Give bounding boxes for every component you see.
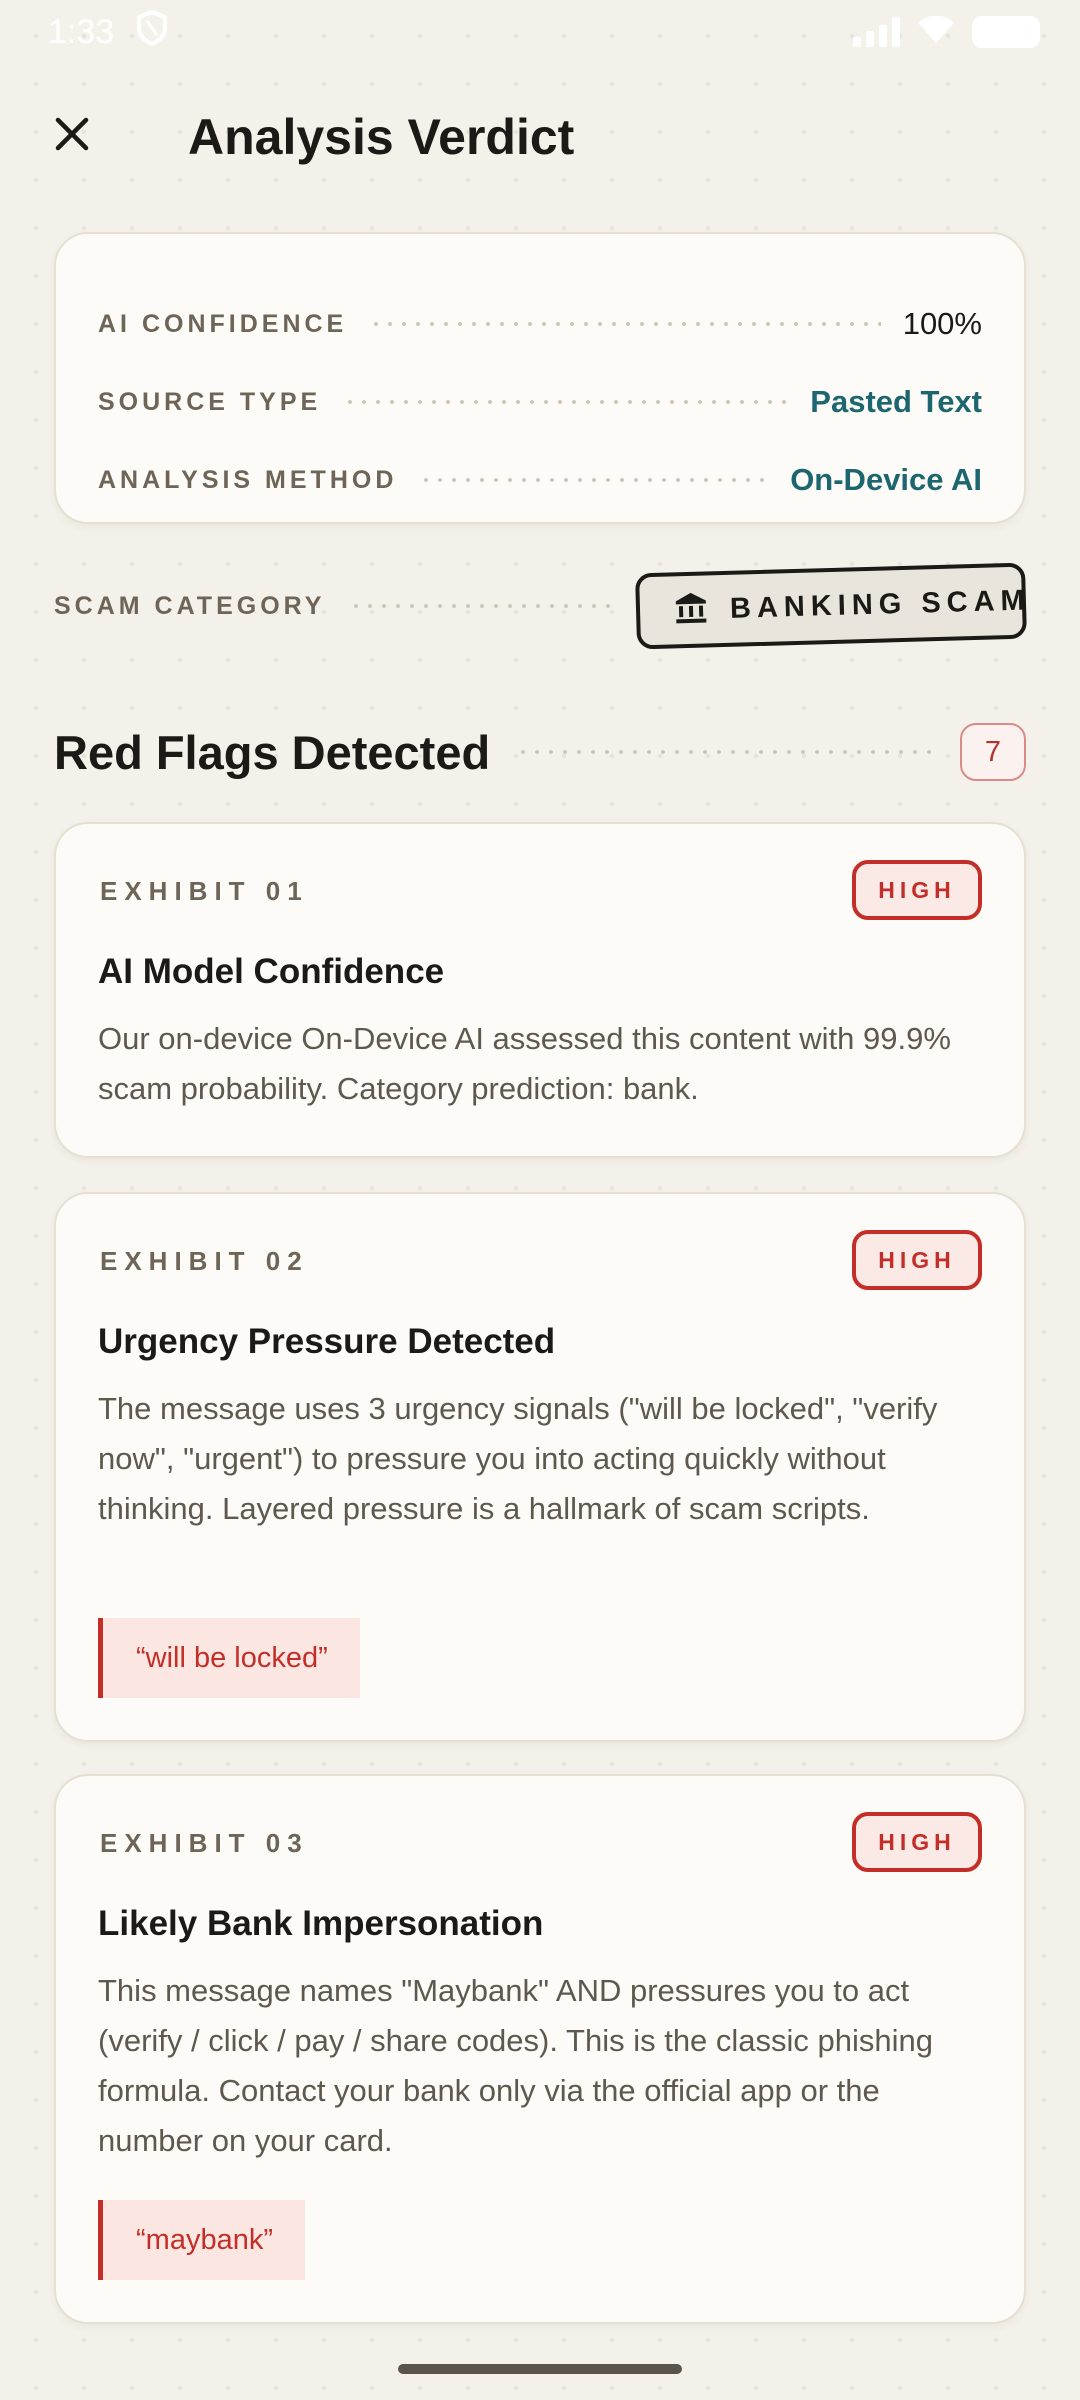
header: Analysis Verdict xyxy=(0,100,1080,176)
exhibit-title: Likely Bank Impersonation xyxy=(98,1904,544,1943)
dotted-leader xyxy=(369,322,881,326)
meta-row-confidence: AI CONFIDENCE 100% xyxy=(98,304,982,344)
home-indicator[interactable] xyxy=(398,2364,682,2374)
wifi-icon xyxy=(916,15,956,50)
severity-badge: HIGH xyxy=(852,1812,982,1872)
dotted-leader xyxy=(349,604,612,608)
scam-category-label: SCAM CATEGORY xyxy=(54,591,326,620)
evidence-quote: “maybank” xyxy=(98,2200,305,2280)
severity-badge: HIGH xyxy=(852,860,982,920)
meta-value: Pasted Text xyxy=(810,384,982,419)
red-flags-title: Red Flags Detected xyxy=(54,725,491,779)
dotted-leader xyxy=(516,750,934,754)
meta-label: AI CONFIDENCE xyxy=(98,309,348,338)
exhibit-description: This message names "Maybank" AND pressur… xyxy=(98,1973,934,2158)
meta-label: ANALYSIS METHOD xyxy=(98,465,398,494)
status-bar: 1:33 xyxy=(0,0,1080,64)
analysis-meta-card: AI CONFIDENCE 100% SOURCE TYPE Pasted Te… xyxy=(54,232,1026,524)
meta-value: 100% xyxy=(902,306,982,341)
status-time: 1:33 xyxy=(48,12,115,51)
scam-category-value: BANKING SCAM xyxy=(729,583,1032,625)
page-title: Analysis Verdict xyxy=(188,109,575,165)
dotted-leader xyxy=(343,400,789,404)
meta-value: On-Device AI xyxy=(790,462,982,497)
red-flags-heading: Red Flags Detected 7 xyxy=(54,720,1026,784)
exhibit-label: EXHIBIT 02 xyxy=(100,1246,309,1276)
exhibit-card: EXHIBIT 02 HIGH Urgency Pressure Detecte… xyxy=(54,1192,1026,1742)
scam-category-row: SCAM CATEGORY BANKING SCAM xyxy=(54,562,1031,650)
close-icon xyxy=(52,114,92,159)
meta-row-analysis-method: ANALYSIS METHOD On-Device AI xyxy=(98,460,982,500)
exhibit-card: EXHIBIT 01 HIGH AI Model Confidence Our … xyxy=(54,822,1026,1158)
scam-category-stamp: BANKING SCAM xyxy=(635,562,1031,650)
shield-icon xyxy=(136,9,168,55)
exhibit-title: Urgency Pressure Detected xyxy=(98,1322,556,1361)
dotted-leader xyxy=(419,478,769,482)
meta-row-source-type: SOURCE TYPE Pasted Text xyxy=(98,382,982,422)
exhibit-description: Our on-device On-Device AI assessed this… xyxy=(98,1021,951,1106)
exhibit-label: EXHIBIT 01 xyxy=(100,876,309,906)
bank-icon xyxy=(674,590,709,630)
signal-icon xyxy=(853,17,900,47)
exhibit-label: EXHIBIT 03 xyxy=(100,1828,309,1858)
exhibit-title: AI Model Confidence xyxy=(98,952,445,991)
battery-icon xyxy=(972,16,1040,48)
red-flags-count-badge: 7 xyxy=(960,723,1026,781)
meta-label: SOURCE TYPE xyxy=(98,387,322,416)
close-button[interactable] xyxy=(44,108,100,164)
severity-badge: HIGH xyxy=(852,1230,982,1290)
evidence-quote: “will be locked” xyxy=(98,1618,360,1698)
exhibit-card: EXHIBIT 03 HIGH Likely Bank Impersonatio… xyxy=(54,1774,1026,2324)
exhibit-description: The message uses 3 urgency signals ("wil… xyxy=(98,1391,938,1526)
